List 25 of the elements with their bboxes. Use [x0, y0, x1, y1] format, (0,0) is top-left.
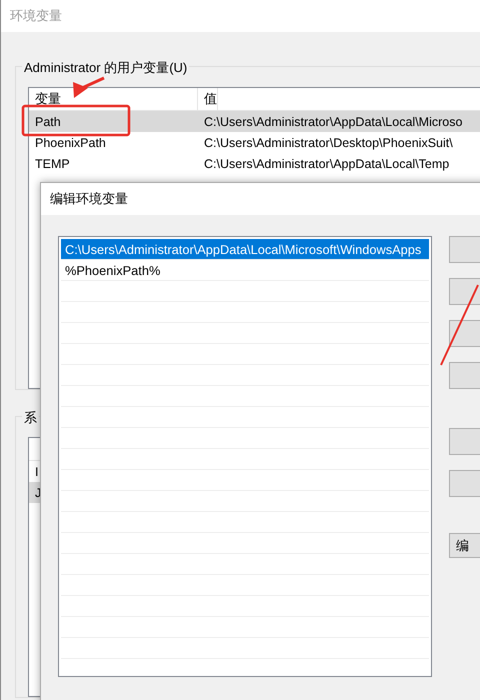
variable-name: I	[34, 464, 38, 478]
dialog-button[interactable]	[449, 470, 480, 497]
variable-value: C:\Users\Administrator\AppData\Local\Temp	[203, 156, 450, 170]
annotation-arrow	[73, 76, 105, 98]
edit-text-button[interactable]: 编	[449, 533, 480, 558]
variable-row[interactable]: Path C:\Users\Administrator\AppData\Local\Microso	[29, 111, 480, 132]
group-label: 系	[22, 409, 39, 427]
dialog-button[interactable]	[449, 236, 480, 263]
variable-value: C:\Users\Administrator\AppData\Local\Microso	[203, 114, 462, 128]
path-entry[interactable]: C:\Users\Administrator\AppData\Local\Microsoft\WindowsApps	[61, 239, 429, 260]
column-header[interactable]: 值	[198, 88, 218, 110]
variable-name: PhoenixPath	[34, 136, 107, 150]
dialog-button[interactable]	[449, 278, 480, 305]
group-label: Administrator 的用户变量(U)	[22, 59, 190, 77]
path-entry[interactable]: %PhoenixPath%	[61, 260, 429, 281]
window-title: 环境变量	[10, 7, 62, 25]
variable-row[interactable]: TEMP C:\Users\Administrator\AppData\Local\Temp	[29, 153, 480, 174]
dialog-button[interactable]	[449, 428, 480, 455]
variable-row[interactable]: PhoenixPath C:\Users\Administrator\Desktop\PhoenixSuit\	[29, 132, 480, 153]
dialog-button[interactable]	[449, 320, 480, 347]
dialog-button[interactable]	[449, 362, 480, 389]
variable-name: TEMP	[34, 156, 71, 170]
variable-name: Path	[34, 114, 62, 128]
dialog-title: 编辑环境变量	[50, 190, 128, 208]
variable-value: C:\Users\Administrator\Desktop\PhoenixSuit\	[203, 136, 453, 150]
